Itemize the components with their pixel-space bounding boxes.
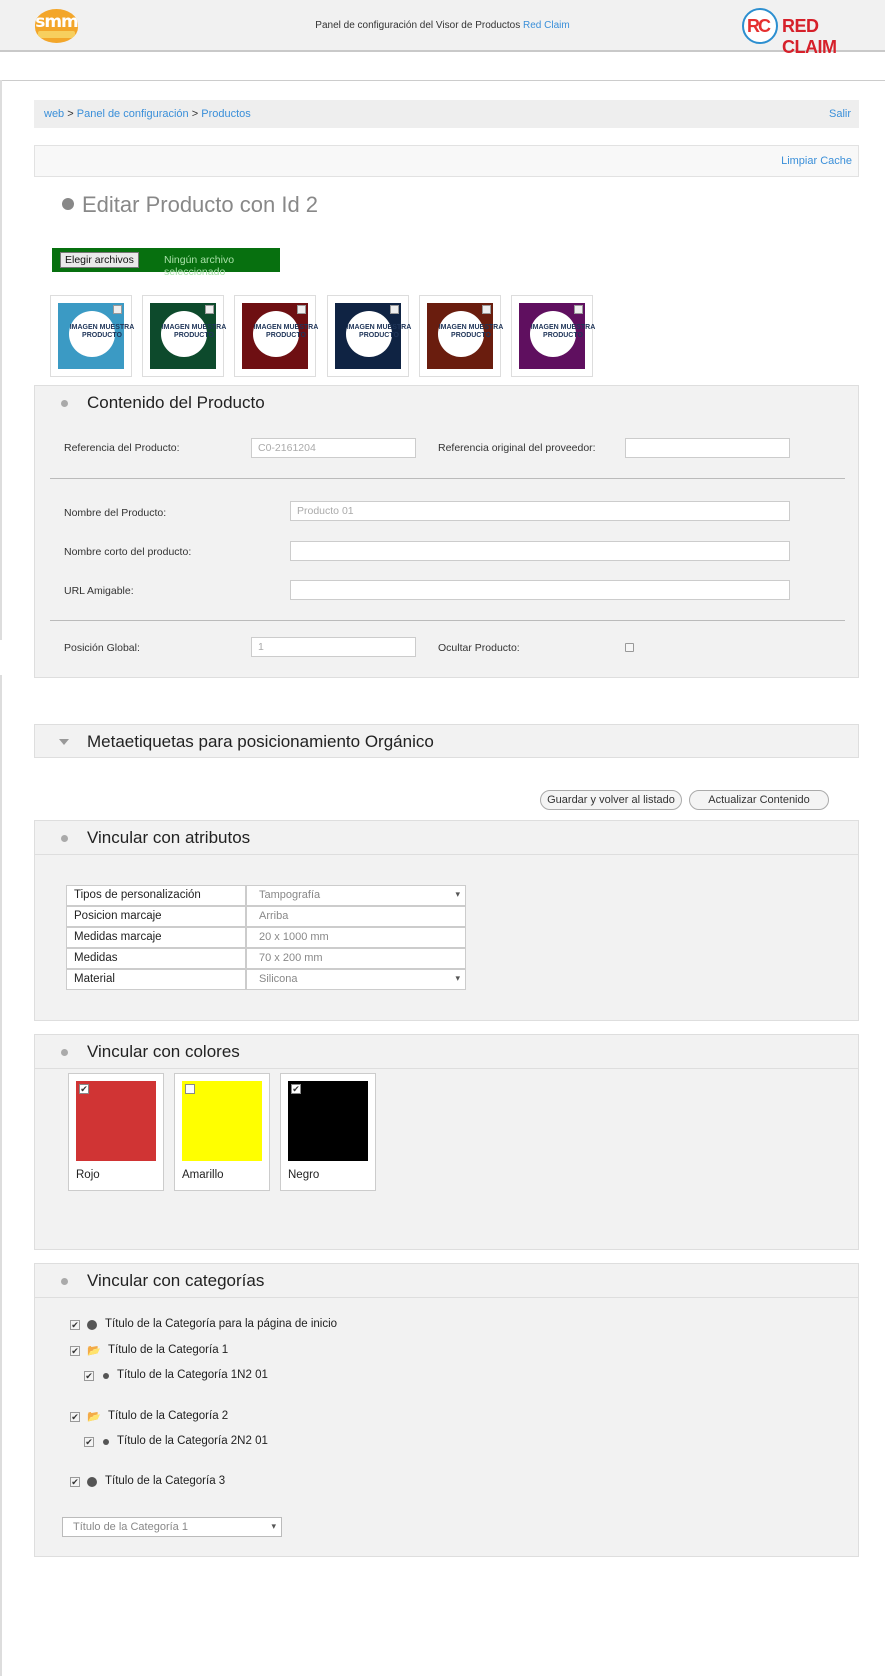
position-label: Posición Global: (64, 642, 140, 654)
category-item: ✔ Título de la Categoría 1N2 01 (84, 1369, 268, 1381)
url-input[interactable] (290, 580, 790, 600)
left-border (0, 80, 2, 640)
color-card-rojo[interactable]: ✔ Rojo (68, 1073, 164, 1191)
bullet-icon (61, 835, 68, 842)
category-checkbox[interactable]: ✔ (70, 1477, 80, 1487)
left-border (0, 675, 2, 1676)
bullet-icon (61, 1278, 68, 1285)
red-claim-link[interactable]: Red Claim (523, 20, 570, 31)
logout-link[interactable]: Salir (829, 108, 851, 120)
color-card-negro[interactable]: ✔ Negro (280, 1073, 376, 1191)
cache-bar: Limpiar Cache (34, 145, 859, 177)
hide-product-checkbox[interactable] (625, 643, 634, 652)
position-marking-input[interactable]: Arriba (246, 906, 466, 927)
orig-ref-label: Referencia original del proveedor: (438, 442, 596, 454)
circle-icon (103, 1373, 109, 1379)
folder-open-icon: 📂 (87, 1411, 101, 1423)
category-item: ✔ 📂 Título de la Categoría 1 (70, 1344, 229, 1357)
top-bar: smm Panel de configuración del Visor de … (0, 0, 885, 57)
color-checkbox[interactable]: ✔ (291, 1084, 301, 1094)
orig-ref-input[interactable] (625, 438, 790, 458)
thumbnail-checkbox[interactable] (482, 305, 491, 314)
name-label: Nombre del Producto: (64, 507, 167, 519)
url-label: URL Amigable: (64, 585, 134, 597)
rc-mark-icon: RC (742, 8, 778, 44)
thumbnail-checkbox[interactable] (205, 305, 214, 314)
breadcrumb-web[interactable]: web (44, 108, 64, 120)
category-item: ✔ Título de la Categoría 3 (70, 1475, 226, 1487)
breadcrumb-productos[interactable]: Productos (201, 108, 251, 120)
material-select[interactable]: Silicona (246, 969, 466, 990)
panel-header[interactable]: Vincular con categorías (35, 1264, 858, 1298)
category-checkbox[interactable]: ✔ (70, 1412, 80, 1422)
divider (50, 478, 845, 479)
attribute-row: Posicion marcaje Arriba (66, 906, 466, 927)
panel-header[interactable]: Vincular con colores (35, 1035, 858, 1069)
save-and-back-button[interactable]: Guardar y volver al listado (540, 790, 682, 810)
thumbnail-checkbox[interactable] (113, 305, 122, 314)
file-upload: Elegir archivos Ningún archivo seleccion… (52, 248, 280, 278)
meta-panel: Metaetiquetas para posicionamiento Orgán… (34, 724, 859, 758)
category-checkbox[interactable]: ✔ (70, 1320, 80, 1330)
short-name-label: Nombre corto del producto: (64, 546, 192, 558)
circle-icon (103, 1439, 109, 1445)
circle-icon (87, 1320, 97, 1330)
category-checkbox[interactable]: ✔ (84, 1371, 94, 1381)
product-thumbnail[interactable]: IMAGEN MUESTRA PRODUCTO (327, 295, 411, 377)
file-status: Ningún archivo seleccionado (164, 254, 235, 278)
divider (0, 80, 885, 81)
category-checkbox[interactable]: ✔ (84, 1437, 94, 1447)
content-panel: Contenido del Producto Referencia del Pr… (34, 385, 859, 678)
attribute-row: Medidas marcaje 20 x 1000 mm (66, 927, 466, 948)
breadcrumb: web > Panel de configuración > Productos… (34, 100, 859, 128)
thumbnail-checkbox[interactable] (390, 305, 399, 314)
bullet-icon (61, 1049, 68, 1056)
hide-label: Ocultar Producto: (438, 642, 520, 654)
circle-icon (87, 1477, 97, 1487)
bullet-icon (61, 400, 68, 407)
caret-down-icon (59, 739, 69, 745)
product-thumbnail[interactable]: IMAGEN MUESTRA PRODUCTO (419, 295, 503, 377)
attribute-row: Medidas 70 x 200 mm (66, 948, 466, 969)
category-checkbox[interactable]: ✔ (70, 1346, 80, 1356)
categories-panel: Vincular con categorías ✔ Título de la C… (34, 1263, 859, 1557)
category-select[interactable]: Título de la Categoría 1 (62, 1517, 282, 1537)
category-item: ✔ 📂 Título de la Categoría 2 (70, 1410, 229, 1423)
name-input[interactable]: Producto 01 (290, 501, 790, 521)
meta-panel-header[interactable]: Metaetiquetas para posicionamiento Orgán… (35, 725, 858, 759)
attribute-row: Tipos de personalización Tampografía (66, 885, 466, 906)
update-content-button[interactable]: Actualizar Contenido (689, 790, 829, 810)
breadcrumb-panel[interactable]: Panel de configuración (77, 108, 189, 120)
bullet-icon (62, 198, 74, 211)
red-claim-logo: RC RED CLAIM (742, 8, 870, 57)
clear-cache-link[interactable]: Limpiar Cache (781, 155, 852, 167)
marking-size-input[interactable]: 20 x 1000 mm (246, 927, 466, 948)
colors-panel: Vincular con colores ✔ Rojo Amarillo ✔ N… (34, 1034, 859, 1250)
thumbnail-checkbox[interactable] (574, 305, 583, 314)
ref-label: Referencia del Producto: (64, 442, 180, 454)
ref-input[interactable]: C0-2161204 (251, 438, 416, 458)
product-thumbnail[interactable]: IMAGEN MUESTRA PRODUCTO (234, 295, 318, 377)
personalization-select[interactable]: Tampografía (246, 885, 466, 906)
panel-header[interactable]: Contenido del Producto (35, 386, 858, 420)
thumbnail-checkbox[interactable] (297, 305, 306, 314)
product-thumbnail[interactable]: IMAGEN MUESTRA PRODUCTO (511, 295, 595, 377)
color-card-amarillo[interactable]: Amarillo (174, 1073, 270, 1191)
attribute-row: Material Silicona (66, 969, 466, 990)
choose-files-button[interactable]: Elegir archivos (60, 252, 139, 268)
category-item: ✔ Título de la Categoría 2N2 01 (84, 1435, 268, 1447)
product-thumbnail[interactable]: IMAGEN MUESTRA PRODUCTO (50, 295, 134, 377)
folder-open-icon: 📂 (87, 1345, 101, 1357)
color-checkbox[interactable] (185, 1084, 195, 1094)
product-thumbnail[interactable]: IMAGEN MUESTRA PRODUCTO (142, 295, 226, 377)
color-checkbox[interactable]: ✔ (79, 1084, 89, 1094)
category-item: ✔ Título de la Categoría para la página … (70, 1318, 338, 1330)
divider (50, 620, 845, 621)
position-input[interactable]: 1 (251, 637, 416, 657)
page-title: Editar Producto con Id 2 (62, 192, 318, 218)
panel-header[interactable]: Vincular con atributos (35, 821, 858, 855)
short-name-input[interactable] (290, 541, 790, 561)
attributes-panel: Vincular con atributos Tipos de personal… (34, 820, 859, 1021)
size-input[interactable]: 70 x 200 mm (246, 948, 466, 969)
